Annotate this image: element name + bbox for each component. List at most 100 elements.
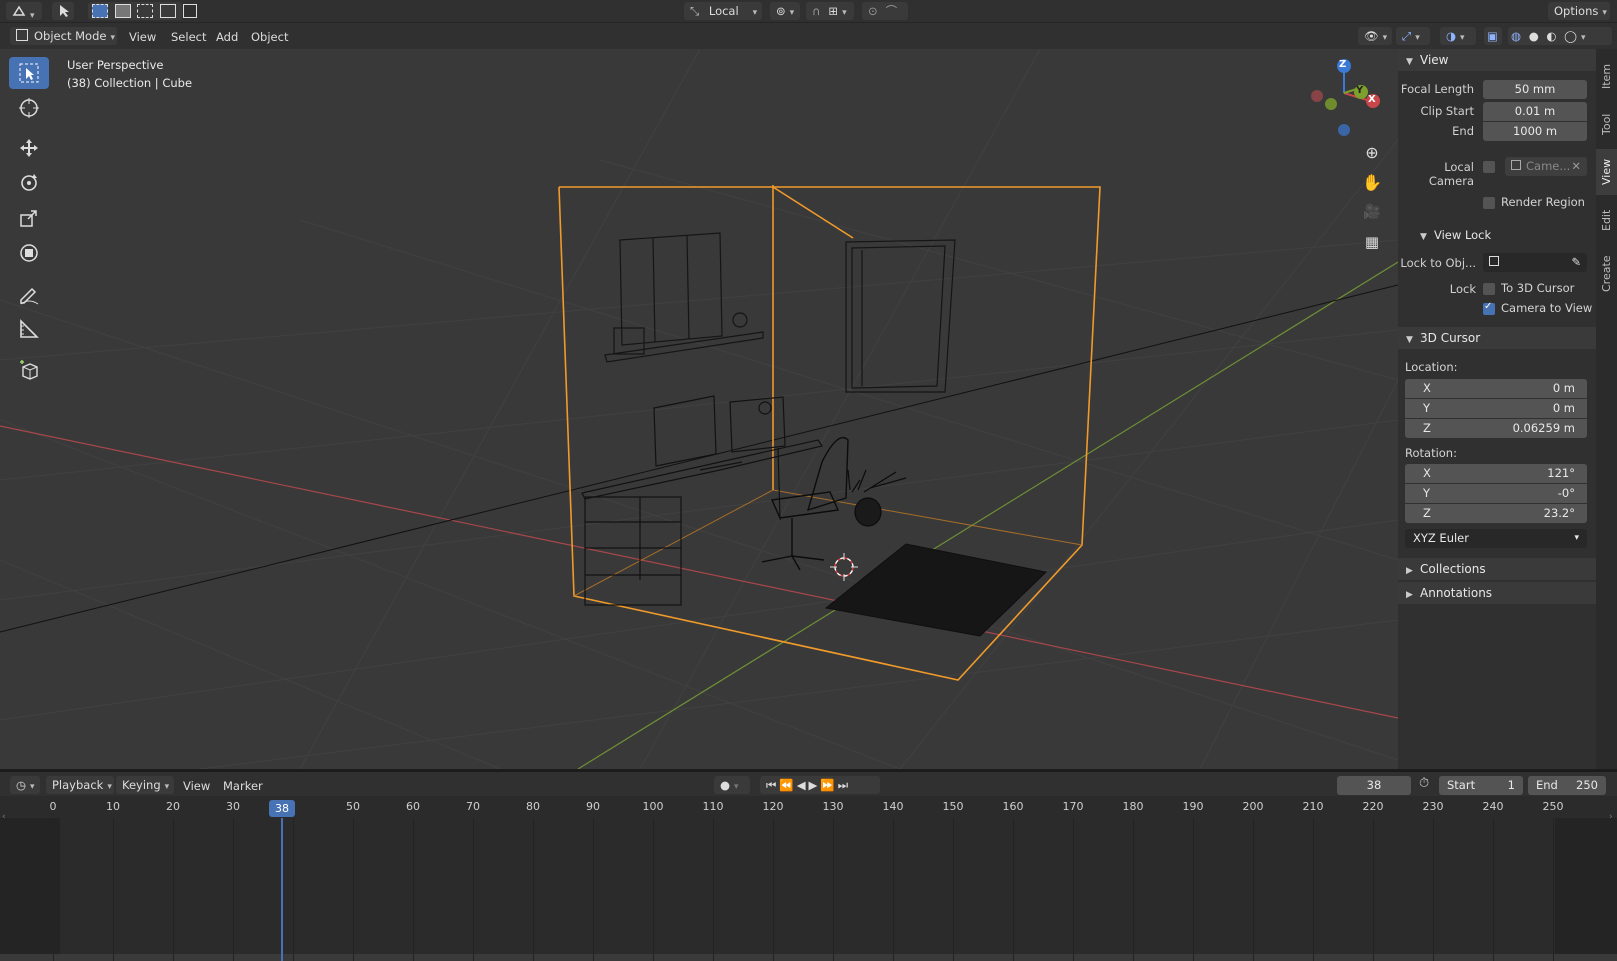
lock-to-cursor-checkbox[interactable] [1483, 283, 1495, 295]
measure-tool[interactable] [9, 313, 49, 345]
select-intersect-icon[interactable] [182, 4, 197, 18]
proportional-edit-icon: ⊙ [868, 4, 878, 18]
current-frame-field[interactable]: 38 [1337, 776, 1411, 795]
clip-start-field[interactable]: 0.01 m [1483, 102, 1587, 121]
timeline-tick-label: 0 [49, 800, 57, 813]
lock-to-object-field[interactable]: ✎ [1483, 253, 1587, 272]
eyedropper-icon[interactable]: ✎ [1571, 253, 1581, 272]
menu-add[interactable]: Add [211, 27, 243, 47]
timeline-body[interactable] [0, 818, 1617, 961]
jump-start-icon[interactable]: ⏮ [766, 778, 779, 792]
playhead-frame-badge[interactable]: 38 [269, 800, 295, 817]
add-cube-tool[interactable] [9, 354, 49, 386]
select-invert-icon[interactable] [159, 4, 176, 18]
transform-orientation-dropdown[interactable]: ⤡ Local ▾ [684, 2, 762, 20]
snapping-controls[interactable]: ∩ ⊞ ▾ [806, 2, 854, 20]
timeline-menu-view[interactable]: View [178, 776, 215, 796]
tab-item[interactable]: Item [1596, 53, 1617, 99]
playback-menu[interactable]: Playback ▾ [46, 776, 114, 794]
end-frame-field[interactable]: End 250 [1528, 776, 1606, 795]
move-tool[interactable] [9, 132, 49, 164]
select-extend-icon[interactable] [114, 4, 131, 18]
orientation-icon: ⤡ [690, 4, 700, 18]
menu-view[interactable]: View [124, 27, 161, 47]
rendered-shading-icon[interactable]: ◯ [1564, 29, 1577, 43]
transform-tool[interactable] [9, 237, 49, 269]
selection-mode-group[interactable] [88, 2, 197, 20]
select-subtract-icon[interactable] [137, 4, 154, 18]
3d-viewport[interactable]: Z X Y [0, 49, 1398, 769]
jump-keyframe-forward-icon[interactable]: ⏩ [820, 778, 837, 792]
options-dropdown[interactable]: Options ▾ [1548, 2, 1610, 20]
timeline-menu-marker[interactable]: Marker [218, 776, 268, 796]
playhead-line[interactable] [281, 818, 283, 961]
rotation-mode-dropdown[interactable]: XYZ Euler ▾ [1405, 529, 1587, 548]
overlays-icon: ◑ [1446, 29, 1457, 43]
clear-icon[interactable]: ✕ [1571, 157, 1581, 176]
shading-mode-group[interactable]: ◍ ● ◐ ◯ ▾ [1508, 27, 1612, 45]
view-lock-subpanel-header[interactable]: ▼ View Lock [1412, 224, 1592, 246]
play-reverse-icon[interactable]: ◀ [797, 778, 809, 792]
local-camera-checkbox[interactable] [1483, 161, 1495, 173]
tab-tool[interactable]: Tool [1596, 101, 1617, 147]
overlays-toggle[interactable]: ◑ ▾ [1440, 27, 1476, 45]
tab-edit[interactable]: Edit [1596, 197, 1617, 243]
stopwatch-icon[interactable]: ⏱ [1419, 776, 1429, 791]
clip-end-field[interactable]: 1000 m [1483, 122, 1587, 141]
cursor-panel-header[interactable]: ▼ 3D Cursor [1398, 327, 1596, 349]
material-shading-icon[interactable]: ◐ [1546, 29, 1556, 43]
cursor-location-y-field[interactable]: Y 0 m [1405, 399, 1587, 418]
cursor-location-x-field[interactable]: X 0 m [1405, 379, 1587, 398]
collections-panel-header[interactable]: ▶ Collections [1398, 558, 1596, 580]
menu-select[interactable]: Select [166, 27, 211, 47]
timeline-gridline [173, 818, 174, 961]
lock-to-cursor-label: To 3D Cursor [1501, 281, 1575, 295]
jump-end-icon[interactable]: ⏭ [838, 778, 851, 792]
zoom-view-button[interactable]: ⊕ [1357, 139, 1387, 165]
render-region-checkbox[interactable] [1483, 197, 1495, 209]
timeline-scrollbar[interactable] [0, 954, 1617, 961]
xray-toggle[interactable]: ▣ [1484, 27, 1502, 45]
solid-shading-icon[interactable]: ● [1529, 29, 1539, 43]
jump-keyframe-back-icon[interactable]: ⏪ [779, 778, 796, 792]
rotate-tool[interactable] [9, 167, 49, 199]
tab-view[interactable]: View [1596, 149, 1617, 195]
timeline-editor-type-button[interactable]: ◷ ▾ [10, 776, 40, 794]
camera-to-view-checkbox[interactable] [1483, 301, 1495, 315]
menu-object[interactable]: Object [246, 27, 293, 47]
start-frame-field[interactable]: Start 1 [1439, 776, 1523, 795]
scale-tool[interactable] [9, 202, 49, 234]
proportional-editing-controls[interactable]: ⊙ ⌒ [862, 2, 908, 20]
view-panel-header[interactable]: ▼ View [1398, 49, 1596, 71]
visibility-dropdown[interactable]: 👁 ▾ [1358, 27, 1392, 45]
gizmo-toggle[interactable]: ⤢ ▾ [1396, 27, 1430, 45]
cursor-rotation-y-field[interactable]: Y -0° [1405, 484, 1587, 503]
left-chevron-icon[interactable]: ‹ [2, 812, 6, 822]
rotate-icon [21, 174, 37, 191]
auto-keying-toggle[interactable]: ● ▾ [714, 776, 750, 794]
select-box-tool[interactable] [9, 57, 49, 89]
cursor-rotation-x-field[interactable]: X 121° [1405, 464, 1587, 483]
cursor-tool[interactable] [9, 92, 49, 124]
ortho-toggle-button[interactable]: ▦ [1357, 229, 1387, 255]
annotate-tool[interactable] [9, 278, 49, 310]
select-new-icon[interactable] [92, 4, 108, 18]
pivot-point-dropdown[interactable]: ⊚ ▾ [770, 2, 800, 20]
editor-type-button[interactable]: ▾ [6, 2, 42, 21]
mode-dropdown[interactable]: Object Mode ▾ [10, 27, 117, 45]
focal-length-field[interactable]: 50 mm [1483, 80, 1587, 99]
cursor-location-z-field[interactable]: Z 0.06259 m [1405, 419, 1587, 438]
timeline-tick-label: 230 [1422, 800, 1444, 813]
local-camera-field[interactable]: Came... ✕ [1505, 157, 1587, 176]
select-tool-button[interactable] [52, 2, 74, 20]
annotations-panel-header[interactable]: ▶ Annotations [1398, 582, 1596, 604]
right-chevron-icon[interactable]: › [1609, 812, 1613, 822]
play-icon[interactable]: ▶ [809, 778, 821, 792]
wireframe-shading-icon[interactable]: ◍ [1511, 29, 1521, 43]
pan-view-button[interactable]: ✋ [1357, 169, 1387, 195]
cursor-rotation-z-field[interactable]: Z 23.2° [1405, 504, 1587, 523]
camera-view-button[interactable]: 🎥 [1357, 199, 1387, 225]
keying-menu[interactable]: Keying ▾ [116, 776, 174, 794]
playback-controls[interactable]: ⏮⏪◀▶⏩⏭ [760, 776, 880, 794]
tab-create[interactable]: Create [1596, 245, 1617, 303]
